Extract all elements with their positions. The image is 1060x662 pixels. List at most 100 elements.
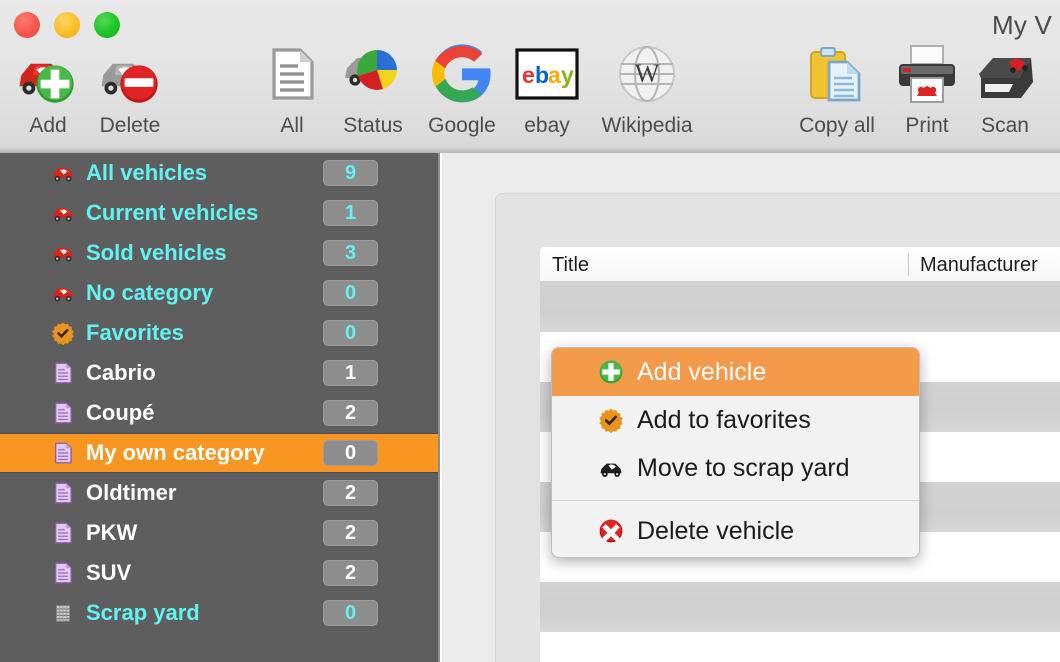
google-icon [414, 36, 510, 112]
sidebar-item-label: Scrap yard [86, 600, 200, 625]
toolbar-button-label: Wikipedia [601, 114, 693, 137]
sidebar-item-all-vehicles[interactable]: All vehicles 9 [0, 153, 438, 193]
table-row[interactable] [540, 282, 1060, 332]
toolbar-button-label: Status [343, 114, 403, 137]
car-delete-icon [82, 36, 178, 112]
clipboard-copy-icon [789, 36, 885, 112]
sidebar-item-label: Cabrio [86, 360, 156, 385]
toolbar-button-status[interactable]: Status [325, 36, 421, 138]
sidebar-item-oldtimer[interactable]: Oldtimer 2 [0, 473, 438, 513]
sidebar-item-no-category[interactable]: No category 0 [0, 273, 438, 313]
sidebar-item-current-vehicles[interactable]: Current vehicles 1 [0, 193, 438, 233]
svg-text:b: b [535, 62, 549, 88]
ebay-icon: ebay [499, 36, 595, 112]
close-button[interactable] [14, 12, 40, 38]
sidebar-item-label: Coupé [86, 400, 155, 425]
sidebar-item-label: No category [86, 280, 214, 305]
document-icon [50, 400, 76, 426]
sidebar-item-label: SUV [86, 560, 132, 585]
toolbar: Add Delete All Status Google e b a y ebay W Wikiped… [0, 36, 1060, 148]
sidebar-item-count-badge: 0 [323, 440, 378, 466]
sidebar-item-favorites[interactable]: Favorites 0 [0, 313, 438, 353]
svg-text:y: y [561, 62, 574, 88]
wikipedia-icon: W [599, 36, 695, 112]
sidebar-item-count-badge: 1 [323, 200, 378, 226]
table-row[interactable] [540, 632, 1060, 662]
table-row[interactable] [540, 582, 1060, 632]
sidebar-item-suv[interactable]: SUV 2 [0, 553, 438, 593]
table-column-header[interactable]: Manufacturer [920, 254, 1038, 277]
app-window: My V Add Delete All Status Google e b a y ebay W Wi… [0, 0, 1060, 662]
toolbar-button-copy-all[interactable]: Copy all [789, 36, 885, 138]
sidebar-item-label: My own category [86, 440, 265, 465]
sidebar-item-my-own-category[interactable]: My own category 0 [0, 433, 438, 473]
sidebar-item-count-badge: 2 [323, 400, 378, 426]
sidebar-item-cabrio[interactable]: Cabrio 1 [0, 353, 438, 393]
column-divider[interactable] [908, 253, 909, 276]
toolbar-button-label: ebay [524, 114, 570, 137]
minimize-button[interactable] [54, 12, 80, 38]
sidebar-item-label: All vehicles [86, 160, 208, 185]
sidebar-item-count-badge: 0 [323, 600, 378, 626]
sidebar-item-count-badge: 9 [323, 160, 378, 186]
menu-separator [552, 500, 919, 501]
context-menu[interactable]: Add vehicle Add to favorites Move to scrap… [551, 347, 920, 558]
car-piechart-icon [325, 36, 421, 112]
menu-item-label: Add to favorites [637, 405, 811, 434]
star-check-icon [50, 320, 76, 346]
toolbar-button-label: Scan [981, 114, 1029, 137]
car-icon [50, 280, 76, 306]
sidebar-item-label: Oldtimer [86, 480, 177, 505]
toolbar-button-ebay[interactable]: e b a y ebay [499, 36, 595, 138]
sidebar-item-label: Favorites [86, 320, 184, 345]
scrap-car-icon [597, 454, 625, 482]
sidebar-item-sold-vehicles[interactable]: Sold vehicles 3 [0, 233, 438, 273]
sidebar-item-count-badge: 2 [323, 560, 378, 586]
sidebar[interactable]: All vehicles 9 Current vehicles 1 Sold vehic… [0, 153, 440, 662]
scrap-car-icon [50, 600, 76, 626]
toolbar-button-label: Delete [99, 114, 161, 137]
x-circle-red-icon [597, 517, 625, 545]
toolbar-button-google[interactable]: Google [414, 36, 510, 138]
menu-item-add-vehicle[interactable]: Add vehicle [552, 348, 919, 396]
car-icon [50, 200, 76, 226]
star-check-icon [597, 406, 625, 434]
sidebar-item-count-badge: 3 [323, 240, 378, 266]
menu-item-move-to-scrap-yard[interactable]: Move to scrap yard [552, 444, 919, 492]
menu-item-delete-vehicle[interactable]: Delete vehicle [552, 507, 919, 555]
toolbar-button-scan[interactable]: Scan [957, 36, 1053, 138]
sidebar-item-count-badge: 2 [323, 520, 378, 546]
sidebar-item-coupé[interactable]: Coupé 2 [0, 393, 438, 433]
sidebar-item-count-badge: 0 [323, 320, 378, 346]
sidebar-item-pkw[interactable]: PKW 2 [0, 513, 438, 553]
table-header-row[interactable]: Title Manufacturer [540, 247, 1060, 282]
document-icon [50, 560, 76, 586]
sidebar-item-label: Current vehicles [86, 200, 259, 225]
menu-item-label: Move to scrap yard [637, 453, 850, 482]
toolbar-button-label: Copy all [799, 114, 875, 137]
sidebar-item-label: PKW [86, 520, 138, 545]
document-icon [50, 360, 76, 386]
sidebar-item-count-badge: 1 [323, 360, 378, 386]
document-icon [50, 520, 76, 546]
sidebar-item-count-badge: 2 [323, 480, 378, 506]
sidebar-item-label: Sold vehicles [86, 240, 227, 265]
table-column-header[interactable]: Title [552, 254, 589, 277]
scanner-icon [957, 36, 1053, 112]
toolbar-button-delete[interactable]: Delete [82, 36, 178, 138]
car-icon [50, 240, 76, 266]
sidebar-item-scrap-yard[interactable]: Scrap yard 0 [0, 593, 438, 633]
document-icon [50, 440, 76, 466]
window-controls [14, 12, 120, 38]
menu-item-add-to-favorites[interactable]: Add to favorites [552, 396, 919, 444]
toolbar-button-label: Google [428, 114, 496, 137]
title-bar: My V Add Delete All Status Google e b a y ebay W Wi… [0, 0, 1060, 153]
menu-item-label: Add vehicle [637, 357, 767, 386]
zoom-button[interactable] [94, 12, 120, 38]
sidebar-item-count-badge: 0 [323, 280, 378, 306]
svg-text:e: e [522, 62, 535, 88]
car-icon [50, 160, 76, 186]
toolbar-button-wikipedia[interactable]: W Wikipedia [599, 36, 695, 138]
document-icon [50, 480, 76, 506]
plus-circle-green-icon [597, 358, 625, 386]
